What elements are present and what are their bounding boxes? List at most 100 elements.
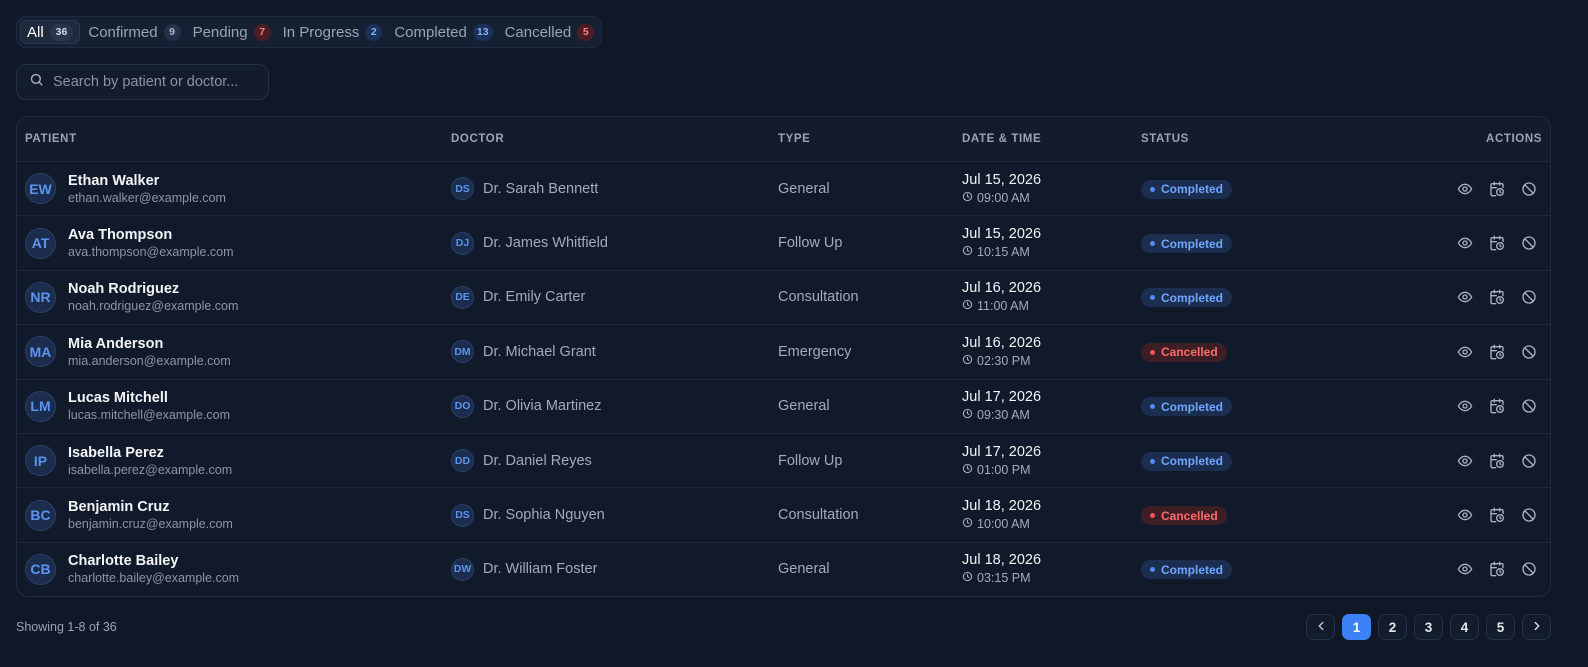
doctor-avatar: DS bbox=[451, 177, 474, 201]
type-cell: Follow Up bbox=[778, 234, 962, 252]
status-dot bbox=[1150, 567, 1155, 573]
status-dot bbox=[1150, 513, 1155, 519]
patient-cell: NR Noah Rodriguez noah.rodriguez@example.c… bbox=[17, 280, 451, 314]
cancel-icon[interactable] bbox=[1520, 234, 1538, 252]
tab-in-progress[interactable]: In Progress 2 bbox=[279, 20, 387, 44]
calendar-clock-icon[interactable] bbox=[1488, 343, 1506, 361]
chevron-right-icon bbox=[1530, 619, 1544, 636]
doctor-avatar: DM bbox=[451, 340, 474, 364]
eye-icon[interactable] bbox=[1456, 452, 1474, 470]
eye-icon[interactable] bbox=[1456, 234, 1474, 252]
tab-count-badge: 2 bbox=[365, 23, 383, 41]
date-cell: Jul 15, 2026 10:15 AM bbox=[962, 225, 1141, 261]
date-cell: Jul 17, 2026 01:00 PM bbox=[962, 443, 1141, 479]
patient-info: Isabella Perez isabella.perez@example.com bbox=[68, 444, 232, 478]
next-page-button[interactable] bbox=[1522, 614, 1551, 641]
status-dot bbox=[1150, 295, 1155, 301]
patient-cell: LM Lucas Mitchell lucas.mitchell@example.c… bbox=[17, 389, 451, 423]
eye-icon[interactable] bbox=[1456, 397, 1474, 415]
cancel-icon[interactable] bbox=[1520, 180, 1538, 198]
calendar-clock-icon[interactable] bbox=[1488, 506, 1506, 524]
clock-icon bbox=[962, 461, 973, 479]
doctor-avatar: DO bbox=[451, 394, 474, 418]
doctor-name: Dr. James Whitfield bbox=[483, 235, 608, 252]
eye-icon[interactable] bbox=[1456, 180, 1474, 198]
eye-icon[interactable] bbox=[1456, 288, 1474, 306]
patient-avatar: EW bbox=[25, 173, 56, 205]
search-box bbox=[16, 64, 269, 100]
eye-icon[interactable] bbox=[1456, 560, 1474, 578]
patient-name: Mia Anderson bbox=[68, 335, 164, 352]
tab-confirmed[interactable]: Confirmed 9 bbox=[84, 20, 184, 44]
doctor-cell: DJ Dr. James Whitfield bbox=[451, 231, 778, 255]
patient-email: charlotte.bailey@example.com bbox=[68, 571, 240, 586]
patient-name: Benjamin Cruz bbox=[68, 499, 170, 516]
status-badge: Completed bbox=[1141, 451, 1233, 471]
doctor-name: Dr. Sarah Bennett bbox=[483, 180, 599, 197]
patient-name: Charlotte Bailey bbox=[68, 553, 179, 570]
patient-cell: EW Ethan Walker ethan.walker@example.com bbox=[17, 172, 451, 206]
patient-email: isabella.perez@example.com bbox=[68, 462, 233, 477]
cancel-icon[interactable] bbox=[1520, 397, 1538, 415]
status-dot bbox=[1150, 241, 1155, 247]
page-button-2[interactable]: 2 bbox=[1378, 614, 1407, 641]
appointment-time-row: 09:00 AM bbox=[962, 189, 1141, 207]
appointment-date: Jul 17, 2026 bbox=[962, 443, 1042, 460]
calendar-clock-icon[interactable] bbox=[1488, 180, 1506, 198]
type-cell: Emergency bbox=[778, 343, 962, 361]
date-cell: Jul 15, 2026 09:00 AM bbox=[962, 171, 1141, 207]
doctor-cell: DD Dr. Daniel Reyes bbox=[451, 449, 778, 473]
status-badge: Completed bbox=[1141, 560, 1233, 580]
status-cell: Cancelled bbox=[1141, 505, 1361, 526]
patient-name: Isabella Perez bbox=[68, 444, 164, 461]
calendar-clock-icon[interactable] bbox=[1488, 397, 1506, 415]
eye-icon[interactable] bbox=[1456, 343, 1474, 361]
page-button-1[interactable]: 1 bbox=[1342, 614, 1371, 641]
cancel-icon[interactable] bbox=[1520, 343, 1538, 361]
cancel-icon[interactable] bbox=[1520, 452, 1538, 470]
tab-count-badge: 36 bbox=[49, 23, 74, 41]
cancel-icon[interactable] bbox=[1520, 288, 1538, 306]
appointment-date: Jul 18, 2026 bbox=[962, 552, 1042, 569]
doctor-cell: DW Dr. William Foster bbox=[451, 557, 778, 581]
status-dot bbox=[1150, 404, 1155, 410]
cancel-icon[interactable] bbox=[1520, 560, 1538, 578]
tab-label: Pending bbox=[192, 23, 248, 41]
calendar-clock-icon[interactable] bbox=[1488, 452, 1506, 470]
tab-all[interactable]: All 36 bbox=[20, 20, 81, 44]
actions-cell bbox=[1361, 343, 1550, 361]
status-label: Cancelled bbox=[1161, 345, 1218, 360]
appointment-type: Follow Up bbox=[778, 452, 843, 469]
appointment-date: Jul 15, 2026 bbox=[962, 171, 1042, 188]
cancel-icon[interactable] bbox=[1520, 506, 1538, 524]
appointment-date: Jul 18, 2026 bbox=[962, 498, 1042, 515]
page-button-3[interactable]: 3 bbox=[1414, 614, 1443, 641]
status-dot bbox=[1150, 349, 1155, 355]
header-patient: PATIENT bbox=[25, 133, 77, 145]
page-button-4[interactable]: 4 bbox=[1450, 614, 1479, 641]
patient-cell: IP Isabella Perez isabella.perez@example.c… bbox=[17, 444, 451, 478]
appointment-time-row: 11:00 AM bbox=[962, 297, 1141, 315]
calendar-clock-icon[interactable] bbox=[1488, 288, 1506, 306]
eye-icon[interactable] bbox=[1456, 506, 1474, 524]
calendar-clock-icon[interactable] bbox=[1488, 234, 1506, 252]
table-footer: Showing 1-8 of 36 12345 bbox=[16, 614, 1551, 641]
patient-name: Ethan Walker bbox=[68, 172, 160, 189]
tab-cancelled[interactable]: Cancelled 5 bbox=[501, 20, 599, 44]
calendar-clock-icon[interactable] bbox=[1488, 560, 1506, 578]
status-badge: Completed bbox=[1141, 234, 1233, 254]
type-cell: General bbox=[778, 397, 962, 415]
tab-completed[interactable]: Completed 13 bbox=[390, 20, 496, 44]
search-icon bbox=[29, 72, 44, 92]
status-cell: Completed bbox=[1141, 287, 1361, 308]
tab-pending[interactable]: Pending 7 bbox=[189, 20, 275, 44]
type-cell: Follow Up bbox=[778, 452, 962, 470]
patient-info: Charlotte Bailey charlotte.bailey@example… bbox=[68, 552, 239, 586]
appointment-time-row: 03:15 PM bbox=[962, 569, 1141, 587]
type-cell: General bbox=[778, 560, 962, 578]
prev-page-button[interactable] bbox=[1306, 614, 1335, 641]
page-button-5[interactable]: 5 bbox=[1486, 614, 1515, 641]
doctor-avatar: DD bbox=[451, 449, 474, 473]
search-input[interactable] bbox=[53, 74, 256, 90]
appointment-time: 02:30 PM bbox=[977, 353, 1031, 368]
